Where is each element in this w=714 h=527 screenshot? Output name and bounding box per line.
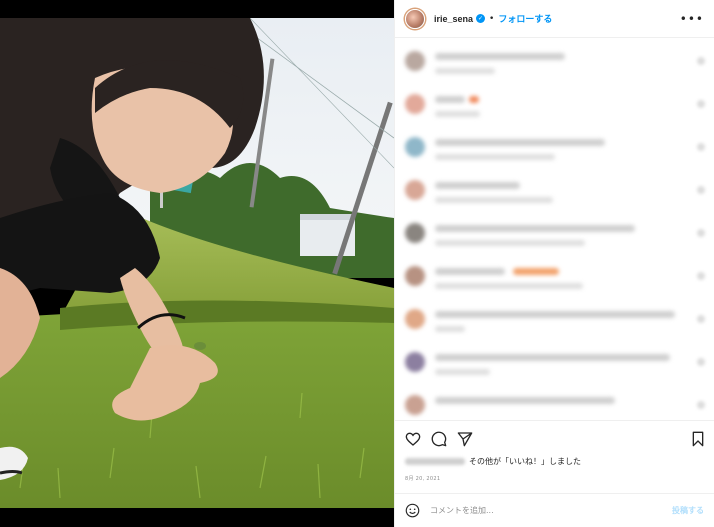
share-icon[interactable]: [457, 431, 473, 447]
comment-emoji: [469, 96, 479, 103]
bookmark-icon[interactable]: [690, 431, 706, 447]
comment-composer: 投稿する: [395, 493, 714, 527]
comment-avatar[interactable]: [405, 266, 425, 286]
post-photo[interactable]: [0, 18, 394, 508]
comment-meta: [435, 68, 495, 74]
comment-text: [435, 96, 465, 103]
comment-item: [405, 221, 705, 257]
comment-like-icon[interactable]: [697, 358, 705, 366]
comment-item: [405, 135, 705, 171]
comment-like-icon[interactable]: [697, 401, 705, 409]
comment-like-icon[interactable]: [697, 100, 705, 108]
comment-avatar[interactable]: [405, 51, 425, 71]
follow-button[interactable]: フォローする: [498, 12, 552, 25]
comment-avatar[interactable]: [405, 180, 425, 200]
comment-icon[interactable]: [431, 431, 447, 447]
comment-like-icon[interactable]: [697, 229, 705, 237]
liker-name-blurred: [405, 458, 465, 465]
comment-meta: [435, 154, 555, 160]
comment-meta: [435, 111, 480, 117]
comment-avatar[interactable]: [405, 395, 425, 415]
comment-like-icon[interactable]: [697, 57, 705, 65]
comment-like-icon[interactable]: [697, 315, 705, 323]
emoji-icon[interactable]: [405, 503, 420, 518]
verified-icon: ✓: [476, 14, 486, 23]
comment-text: [435, 225, 635, 232]
comments-list[interactable]: [395, 39, 714, 419]
post-comment-button[interactable]: 投稿する: [672, 505, 704, 516]
username-link[interactable]: irie_sena: [434, 14, 473, 24]
post-actions-bar: [395, 420, 714, 458]
heart-icon[interactable]: [405, 431, 421, 447]
comment-item: [405, 350, 705, 386]
comment-meta: [435, 283, 583, 289]
comment-like-icon[interactable]: [697, 143, 705, 151]
comment-item: [405, 307, 705, 343]
post-header: irie_sena ✓ • フォローする •••: [395, 0, 714, 38]
post-photo-frame: [0, 0, 394, 527]
comment-text: [435, 311, 675, 318]
comment-avatar[interactable]: [405, 137, 425, 157]
comment-avatar[interactable]: [405, 94, 425, 114]
post-photo-illustration: [0, 18, 394, 508]
separator-dot: •: [489, 13, 495, 24]
more-icon[interactable]: •••: [680, 12, 704, 26]
comment-item: [405, 49, 705, 85]
comment-meta: [435, 369, 490, 375]
comment-avatar[interactable]: [405, 352, 425, 372]
avatar[interactable]: [405, 8, 425, 29]
comment-text: [435, 139, 605, 146]
comment-item: [405, 393, 705, 419]
comment-item: [405, 264, 705, 300]
comment-input[interactable]: [430, 506, 650, 515]
comment-text: [435, 53, 565, 60]
comment-text: [435, 268, 505, 275]
comment-text: [435, 397, 615, 404]
comment-meta: [435, 240, 585, 246]
comment-avatar[interactable]: [405, 309, 425, 329]
post-date: 8月 20, 2021: [405, 476, 441, 482]
comment-meta: [435, 326, 465, 332]
comment-emoji: [513, 268, 559, 275]
comment-item: [405, 178, 705, 214]
likes-text: その他が「いいね！」しました: [469, 457, 581, 466]
likes-summary[interactable]: その他が「いいね！」しました: [405, 456, 581, 467]
comment-like-icon[interactable]: [697, 272, 705, 280]
comment-like-icon[interactable]: [697, 186, 705, 194]
comment-meta: [435, 197, 553, 203]
instagram-post-view: irie_sena ✓ • フォローする ••• その他が「いいね！」しました …: [0, 0, 714, 527]
comment-text: [435, 354, 670, 361]
comment-text: [435, 182, 520, 189]
comment-avatar[interactable]: [405, 223, 425, 243]
comment-item: [405, 92, 705, 128]
post-side-panel: irie_sena ✓ • フォローする ••• その他が「いいね！」しました …: [394, 0, 714, 527]
